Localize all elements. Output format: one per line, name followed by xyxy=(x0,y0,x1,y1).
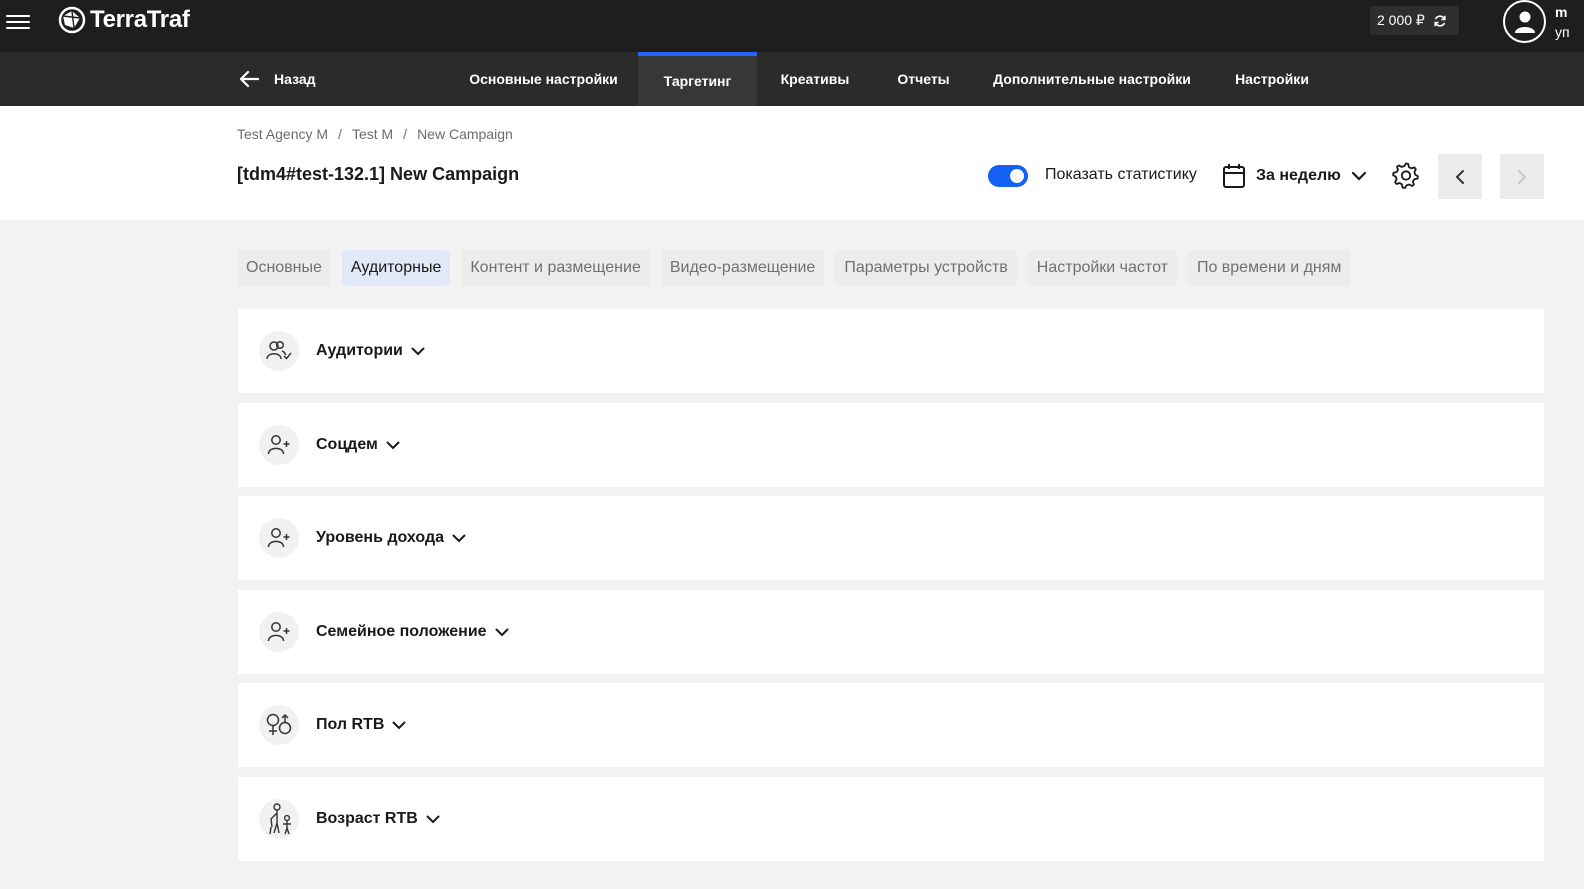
section-title: Семейное положение xyxy=(316,623,487,640)
page-title: [tdm4#test-132.1] New Campaign xyxy=(237,164,520,184)
chevron-down-icon xyxy=(452,534,466,542)
period-select[interactable]: За неделю xyxy=(1222,162,1367,190)
section-socdem[interactable]: Соцдем xyxy=(238,403,1544,487)
section-title: Возраст RTB xyxy=(316,810,418,827)
breadcrumb: Test Agency M / Test M / New Campaign xyxy=(237,126,513,142)
tab-targeting[interactable]: Таргетинг xyxy=(638,52,757,106)
section-label: Пол RTB xyxy=(316,716,406,734)
breadcrumb-agency[interactable]: Test Agency M xyxy=(237,126,328,142)
breadcrumb-separator: / xyxy=(338,126,342,142)
section-label: Аудитории xyxy=(316,342,425,360)
logo-text: TerraTraf xyxy=(90,6,190,33)
show-stats-label: Показать статистику xyxy=(1045,166,1197,183)
subtab-time-days[interactable]: По времени и дням xyxy=(1187,250,1351,286)
user-plus-icon xyxy=(259,612,299,652)
tab-main-settings[interactable]: Основные настройки xyxy=(456,52,631,106)
subtab-basic[interactable]: Основные xyxy=(237,250,331,286)
chevron-down-icon xyxy=(495,628,509,636)
breadcrumb-campaign: New Campaign xyxy=(417,126,513,142)
gender-icon xyxy=(259,705,299,745)
breadcrumb-client[interactable]: Test M xyxy=(352,126,393,142)
subtab-content-placement[interactable]: Контент и размещение xyxy=(461,250,650,286)
section-label: Семейное положение xyxy=(316,623,509,641)
section-gender-rtb[interactable]: Пол RTB xyxy=(238,683,1544,767)
avatar[interactable] xyxy=(1503,0,1546,43)
section-marital-status[interactable]: Семейное положение xyxy=(238,590,1544,674)
arrow-left-icon xyxy=(239,70,260,88)
breadcrumb-separator: / xyxy=(403,126,408,142)
section-title: Соцдем xyxy=(316,436,378,453)
gear-icon[interactable] xyxy=(1392,161,1420,189)
tab-settings[interactable]: Настройки xyxy=(1222,52,1322,106)
tab-additional-settings[interactable]: Дополнительные настройки xyxy=(985,52,1199,106)
section-title: Уровень дохода xyxy=(316,529,445,546)
user-plus-icon xyxy=(259,425,299,465)
section-audiences[interactable]: Аудитории xyxy=(238,309,1544,393)
back-label: Назад xyxy=(274,71,316,87)
period-label: За неделю xyxy=(1256,167,1341,184)
balance-widget[interactable]: 2 000 ₽ xyxy=(1370,6,1459,35)
user-icon xyxy=(1514,11,1535,33)
subtab-device-params[interactable]: Параметры устройств xyxy=(835,250,1017,286)
user-plus-icon xyxy=(259,518,299,558)
subtab-audience[interactable]: Аудиторные xyxy=(341,250,451,286)
section-label: Возраст RTB xyxy=(316,810,440,828)
refresh-icon[interactable] xyxy=(1433,14,1447,28)
user-name-truncated[interactable]: m уп xyxy=(1555,2,1570,42)
user-name-line2: уп xyxy=(1555,24,1570,40)
tab-creatives[interactable]: Креативы xyxy=(768,52,862,106)
subtab-frequency[interactable]: Настройки частот xyxy=(1027,250,1177,286)
prev-campaign-button[interactable] xyxy=(1438,154,1482,199)
chevron-down-icon xyxy=(386,441,400,449)
subtab-video-placement[interactable]: Видео-размещение xyxy=(660,250,825,286)
show-stats-toggle[interactable] xyxy=(988,165,1028,187)
chevron-down-icon xyxy=(411,347,425,355)
chevron-down-icon xyxy=(392,721,406,729)
logo-globe-icon xyxy=(58,6,86,34)
section-label: Уровень дохода xyxy=(316,529,466,547)
users-check-icon xyxy=(259,331,299,371)
section-age-rtb[interactable]: Возраст RTB xyxy=(238,777,1544,861)
chevron-down-icon xyxy=(426,815,440,823)
top-bar: TerraTraf 2 000 ₽ m уп xyxy=(0,0,1584,52)
section-label: Соцдем xyxy=(316,436,400,454)
menu-icon[interactable] xyxy=(6,12,30,32)
age-icon xyxy=(259,799,299,839)
targeting-subtabs: Основные Аудиторные Контент и размещение… xyxy=(237,250,1361,286)
campaign-header: Test Agency M / Test M / New Campaign [t… xyxy=(0,106,1584,220)
balance-value: 2 000 ₽ xyxy=(1377,12,1425,28)
section-title: Пол RTB xyxy=(316,716,385,733)
next-campaign-button[interactable] xyxy=(1500,154,1544,199)
section-income-level[interactable]: Уровень дохода xyxy=(238,496,1544,580)
calendar-icon xyxy=(1223,164,1245,188)
campaign-nav-bar: Назад Основные настройки Таргетинг Креат… xyxy=(0,52,1584,106)
logo[interactable]: TerraTraf xyxy=(58,6,190,34)
chevron-left-icon xyxy=(1455,169,1464,184)
section-title: Аудитории xyxy=(316,342,403,359)
user-name-line1: m xyxy=(1555,4,1568,20)
chevron-right-icon xyxy=(1518,169,1527,184)
back-button[interactable]: Назад xyxy=(238,52,316,106)
tab-reports[interactable]: Отчеты xyxy=(885,52,962,106)
chevron-down-icon xyxy=(1351,171,1366,181)
